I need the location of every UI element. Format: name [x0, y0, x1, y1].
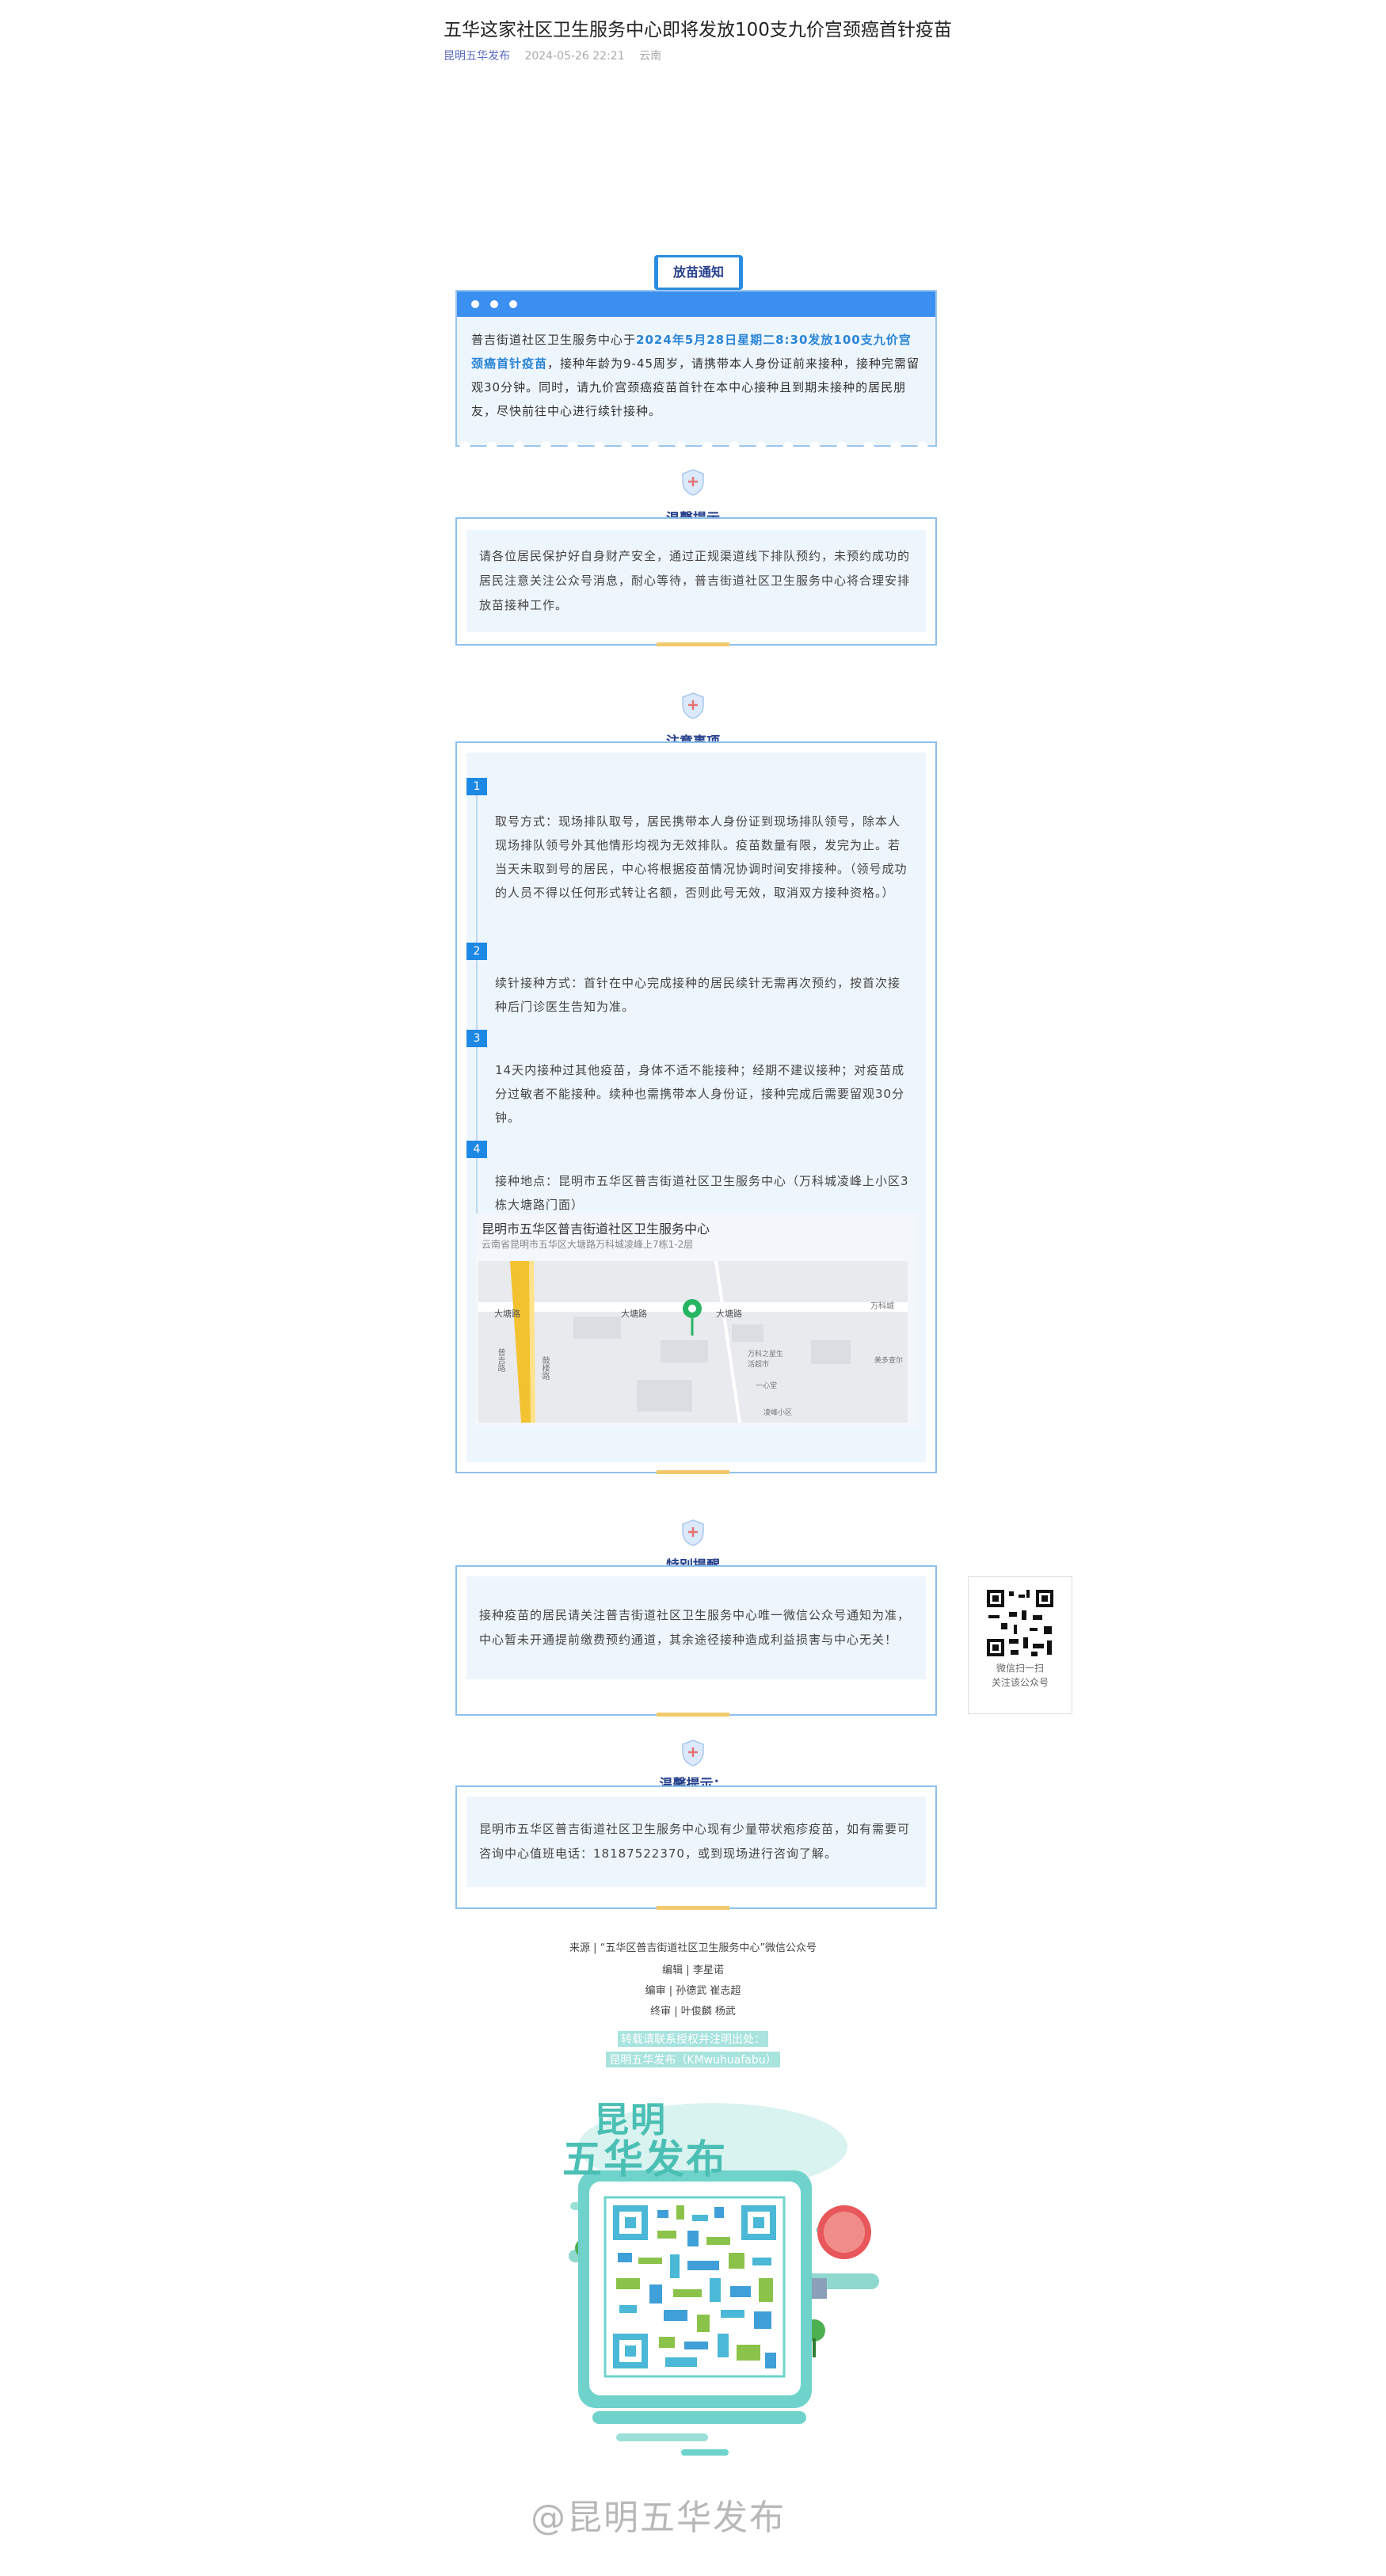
poster-brand-line2: 五华发布 [562, 2136, 727, 2182]
shield-plus-icon [682, 1740, 704, 1766]
location-map-card[interactable]: 昆明市五华区普吉街道社区卫生服务中心 云南省昆明市五华区大塘路万科城凌峰上7栋1… [475, 1214, 919, 1426]
qr-caption-2: 关注该公众号 [991, 1677, 1049, 1688]
author-link[interactable]: 昆明五华发布 [444, 50, 510, 63]
notice-window: 普吉街道社区卫生服务中心于2024年5月28日星期二8:30发放100支九价宫颈… [455, 290, 937, 447]
map-label: 大塘路 [621, 1309, 647, 1319]
window-dot-icon [509, 300, 517, 308]
special-box: 接种疫苗的居民请关注普吉街道社区卫生服务中心唯一微信公众号通知为准，中心暂未开通… [455, 1565, 937, 1716]
tip2-box: 昆明市五华区普吉街道社区卫生服务中心现有少量带状疱疹疫苗，如有需要可咨询中心值班… [455, 1785, 937, 1909]
attention-list: 1 取号方式：现场排队取号，居民携带本人身份证到现场排队领号，除本人现场排队领号… [466, 778, 910, 1228]
notice-window-header [457, 292, 935, 317]
list-item: 3 14天内接种过其他疫苗，身体不适不能接种；经期不建议接种；对疫苗成分过敏者不… [466, 1030, 910, 1141]
list-item: 1 取号方式：现场排队取号，居民携带本人身份证到现场排队领号，除本人现场排队领号… [466, 778, 910, 943]
shield-plus-icon [682, 1519, 704, 1546]
tip1-text: 请各位居民保护好自身财产安全，通过正规渠道线下排队预约，未预约成功的居民注意关注… [466, 530, 926, 632]
article-title: 五华这家社区卫生服务中心即将发放100支九价宫颈癌首针疫苗 [444, 20, 952, 40]
item-number: 1 [466, 778, 487, 795]
item-number: 2 [466, 943, 487, 960]
map-label: 凌峰小区 [763, 1409, 793, 1417]
box-bottom-accent [657, 1470, 729, 1474]
box-bottom-accent [657, 1713, 729, 1717]
promo-poster: 昆明 五华发布 [531, 2091, 887, 2456]
item-number: 3 [466, 1030, 487, 1047]
qr-caption-1: 微信扫一扫 [996, 1663, 1044, 1674]
item-text: 续针接种方式：首针在中心完成接种的居民续针无需再次预约，按首次接种后门诊医生告知… [476, 960, 910, 1030]
map-label: 普吉路 [496, 1348, 505, 1372]
window-dot-icon [471, 300, 479, 308]
map-label: 美多查尔 [874, 1357, 904, 1365]
item-number: 4 [466, 1141, 487, 1158]
tip2-text: 昆明市五华区普吉街道社区卫生服务中心现有少量带状疱疹疫苗，如有需要可咨询中心值班… [466, 1797, 926, 1887]
map-label: 鼓楼路 [540, 1356, 549, 1380]
item-text: 14天内接种过其他疫苗，身体不适不能接种；经期不建议接种；对疫苗成分过敏者不能接… [476, 1047, 910, 1141]
window-dot-icon [490, 300, 498, 308]
notice-text-pre: 普吉街道社区卫生服务中心于 [471, 333, 637, 347]
item-text: 取号方式：现场排队取号，居民携带本人身份证到现场排队领号，除本人现场排队领号外其… [476, 795, 910, 943]
map-label: 大塘路 [494, 1309, 520, 1319]
map-label: 万科城 [870, 1302, 894, 1311]
map-graphic [478, 1261, 908, 1423]
box-bottom-accent [657, 642, 729, 646]
map-view[interactable]: 大塘路 大塘路 大塘路 万科城 鼓楼路 普吉路 万科之星生活超市 一心堂 凌峰小… [478, 1261, 908, 1423]
credit-reviewer: 编审 | 孙德武 崔志超 [645, 1985, 741, 1997]
follow-qr-card[interactable]: 微信扫一扫 关注该公众号 [968, 1576, 1072, 1714]
map-address: 云南省昆明市五华区大塘路万科城凌峰上7栋1-2层 [482, 1239, 694, 1250]
promo-line-1: 转载请联系授权并注明出处： [0, 2031, 1386, 2047]
publish-location: 云南 [639, 50, 662, 63]
weibo-watermark: @昆明五华发布 [531, 2498, 786, 2538]
notice-text: 普吉街道社区卫生服务中心于2024年5月28日星期二8:30发放100支九价宫颈… [457, 317, 935, 434]
scallop-edge [457, 439, 935, 447]
list-item: 2 续针接种方式：首针在中心完成接种的居民续针无需再次预约，按首次接种后门诊医生… [466, 943, 910, 1030]
map-label: 一心堂 [756, 1382, 778, 1390]
credit-final: 终审 | 叶俊麟 杨武 [650, 2006, 736, 2018]
qr-code-icon [985, 1588, 1055, 1658]
publish-time: 2024-05-26 22:21 [524, 50, 625, 63]
special-text: 接种疫苗的居民请关注普吉街道社区卫生服务中心唯一微信公众号通知为准，中心暂未开通… [466, 1576, 926, 1679]
promo-line-2: 昆明五华发布（KMwuhuafabu） [0, 2052, 1386, 2067]
credit-source: 来源 | “五华区普吉街道社区卫生服务中心”微信公众号 [569, 1942, 817, 1954]
map-label: 大塘路 [716, 1309, 742, 1319]
article-meta: 昆明五华发布 2024-05-26 22:21 云南 [444, 48, 661, 63]
credit-editor: 编辑 | 李星诺 [662, 1964, 724, 1976]
notice-tag: 放苗通知 [654, 255, 743, 290]
tip1-box: 请各位居民保护好自身财产安全，通过正规渠道线下排队预约，未预约成功的居民注意关注… [455, 517, 937, 646]
shield-plus-icon [682, 469, 704, 496]
box-bottom-accent [657, 1906, 729, 1910]
shield-plus-icon [682, 692, 704, 719]
map-title: 昆明市五华区普吉街道社区卫生服务中心 [482, 1221, 710, 1237]
map-label: 万科之星生活超市 [748, 1351, 784, 1369]
